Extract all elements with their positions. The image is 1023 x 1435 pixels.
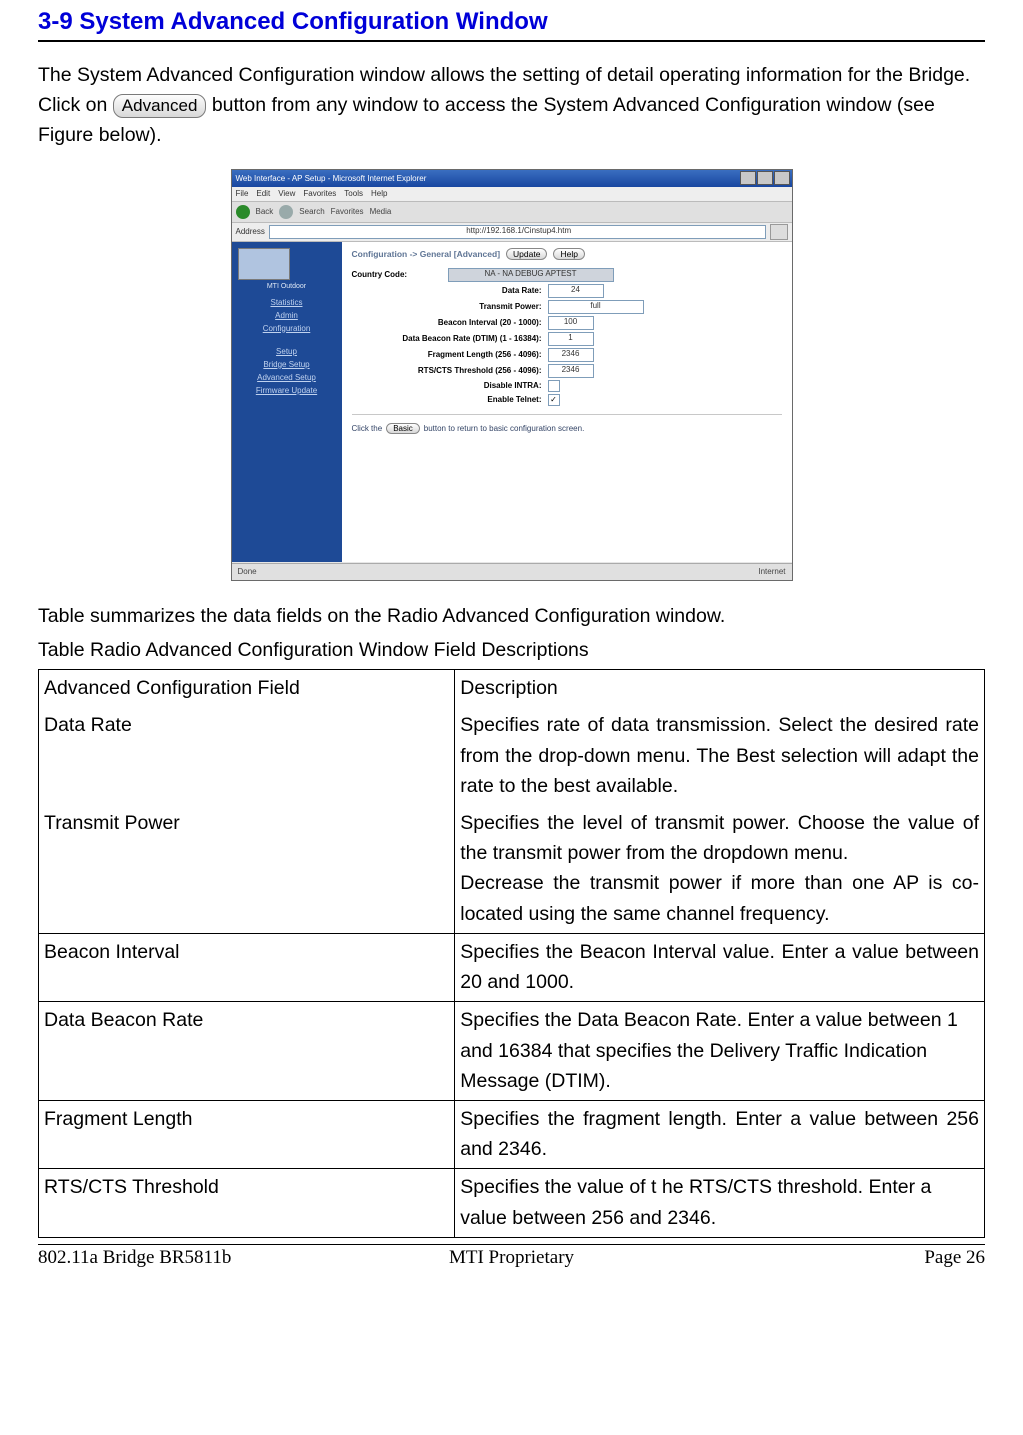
table-row: Transmit Power [39,805,455,933]
basic-hint-a: Click the [352,424,383,433]
status-bar: Done Internet [232,563,792,580]
table-row-text: Decrease the transmit power if more than… [460,872,979,924]
advanced-button-inline: Advanced [113,94,207,118]
table-row: Beacon Interval [39,933,455,1001]
intra-checkbox [548,380,560,392]
menu-item: Tools [344,189,363,198]
table-row: Specifies rate of data transmission. Sel… [455,707,985,805]
frag-label: Fragment Length (256 - 4096): [352,350,548,359]
go-icon [770,224,788,240]
logo-icon [238,248,290,280]
embedded-screenshot: Web Interface - AP Setup - Microsoft Int… [231,169,793,581]
telnet-label: Enable Telnet: [352,395,548,404]
data-rate-select: 24 [548,284,604,298]
country-label: Country Code: [352,270,448,279]
table-row: Fragment Length [39,1100,455,1168]
tx-power-label: Transmit Power: [352,302,548,311]
status-right: Internet [758,567,785,576]
field-description-table: Advanced Configuration Field Description… [38,669,985,1238]
menu-item: Help [371,189,387,198]
intro-paragraph: The System Advanced Configuration window… [38,60,985,151]
menu-item: View [278,189,295,198]
minimize-icon [740,171,756,185]
sidebar-item: Firmware Update [238,386,336,395]
basic-hint: Click the Basic button to return to basi… [352,423,782,434]
close-icon [774,171,790,185]
sidebar-item: Advanced Setup [238,373,336,382]
help-button: Help [553,248,584,260]
page-footer: 802.11a Bridge BR5811b MTI Proprietary P… [38,1244,985,1269]
window-titlebar: Web Interface - AP Setup - Microsoft Int… [232,170,792,187]
table-caption: Table Radio Advanced Configuration Windo… [38,635,985,665]
beacon-label: Beacon Interval (20 - 1000): [352,318,548,327]
status-left: Done [238,567,257,576]
telnet-checkbox: ✓ [548,394,560,406]
footer-left: 802.11a Bridge BR5811b [38,1247,354,1269]
basic-button: Basic [386,423,420,434]
content-pane: Configuration -> General [Advanced] Upda… [342,242,792,562]
table-summary: Table summarizes the data fields on the … [38,601,985,631]
sidebar-item: Setup [238,347,336,356]
menu-item: Edit [256,189,270,198]
menu-item: Favorites [303,189,336,198]
table-row: Specifies the Beacon Interval value. Ent… [455,933,985,1001]
sidebar-item: Configuration [238,324,336,333]
sidebar-item: Statistics [238,298,336,307]
update-button: Update [506,248,547,260]
table-row: Specifies the fragment length. Enter a v… [455,1100,985,1168]
sidebar-item: Bridge Setup [238,360,336,369]
beacon-input: 100 [548,316,594,330]
separator [352,414,782,415]
address-label: Address [236,227,265,236]
rts-label: RTS/CTS Threshold (256 - 4096): [352,366,548,375]
footer-center: MTI Proprietary [354,1247,670,1269]
sidebar-item: Admin [238,311,336,320]
table-row: Specifies the level of transmit power. C… [455,805,985,933]
table-row: Data Beacon Rate [39,1002,455,1101]
table-row: RTS/CTS Threshold [39,1169,455,1237]
table-row: Specifies the value of t he RTS/CTS thre… [455,1169,985,1237]
table-header-field: Advanced Configuration Field [39,670,455,708]
toolbar-label: Favorites [331,207,364,216]
back-icon [236,205,250,219]
heading-rule [38,40,985,42]
intra-label: Disable INTRA: [352,381,548,390]
toolbar-label: Search [299,207,324,216]
forward-icon [279,205,293,219]
window-title: Web Interface - AP Setup - Microsoft Int… [236,174,427,183]
frag-input: 2346 [548,348,594,362]
data-rate-label: Data Rate: [352,286,548,295]
maximize-icon [757,171,773,185]
toolbar: Back Search Favorites Media [232,201,792,223]
table-row: Specifies the Data Beacon Rate. Enter a … [455,1002,985,1101]
sidebar-title: MTI Outdoor [238,283,336,290]
basic-hint-b: button to return to basic configuration … [424,424,585,433]
dtim-input: 1 [548,332,594,346]
sidebar: MTI Outdoor Statistics Admin Configurati… [232,242,342,562]
table-row: Data Rate [39,707,455,805]
address-input: http://192.168.1/Cinstup4.htm [269,225,766,239]
footer-right: Page 26 [669,1247,985,1269]
toolbar-label: Media [370,207,392,216]
table-row-text: Specifies the level of transmit power. C… [460,812,979,864]
menu-bar: File Edit View Favorites Tools Help [232,187,792,201]
table-header-desc: Description [455,670,985,708]
country-select: NA - NA DEBUG APTEST [448,268,614,282]
breadcrumb: Configuration -> General [Advanced] Upda… [352,248,782,260]
dtim-label: Data Beacon Rate (DTIM) (1 - 16384): [352,334,548,343]
address-bar: Address http://192.168.1/Cinstup4.htm [232,223,792,242]
breadcrumb-text: Configuration -> General [Advanced] [352,249,501,259]
section-heading: 3-9 System Advanced Configuration Window [38,8,985,36]
menu-item: File [236,189,249,198]
toolbar-label: Back [256,207,274,216]
rts-input: 2346 [548,364,594,378]
tx-power-select: full [548,300,644,314]
